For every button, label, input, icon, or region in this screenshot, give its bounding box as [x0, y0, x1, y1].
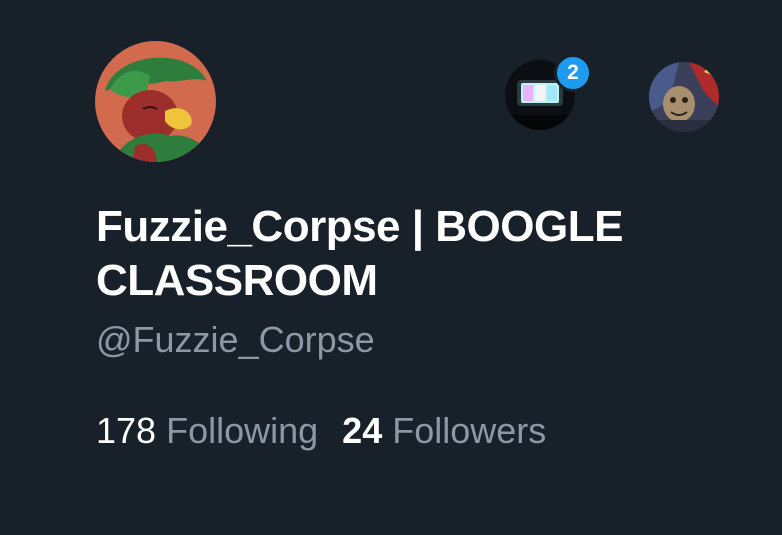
- followers-link[interactable]: 24 Followers: [342, 409, 546, 453]
- followers-label: Followers: [392, 410, 547, 451]
- following-count: 178: [96, 410, 157, 451]
- switch-account-avatar-2[interactable]: [649, 62, 719, 132]
- profile-display-name[interactable]: Fuzzie_Corpse | BOOGLE CLASSROOM: [96, 200, 736, 308]
- account-drawer: 2 Fuzzie_Corpse | BOOGLE CLASSROOM @Fuzz…: [0, 0, 782, 535]
- following-label: Following: [166, 410, 319, 451]
- followers-count: 24: [342, 410, 383, 451]
- profile-avatar-image: [95, 41, 216, 162]
- profile-stats: 178 Following 24 Followers: [96, 409, 546, 453]
- account-avatar-image-2: [649, 62, 719, 132]
- profile-avatar[interactable]: [95, 41, 216, 162]
- profile-handle[interactable]: @Fuzzie_Corpse: [96, 318, 375, 362]
- account-notification-badge: 2: [554, 54, 592, 92]
- following-link[interactable]: 178 Following: [96, 409, 318, 453]
